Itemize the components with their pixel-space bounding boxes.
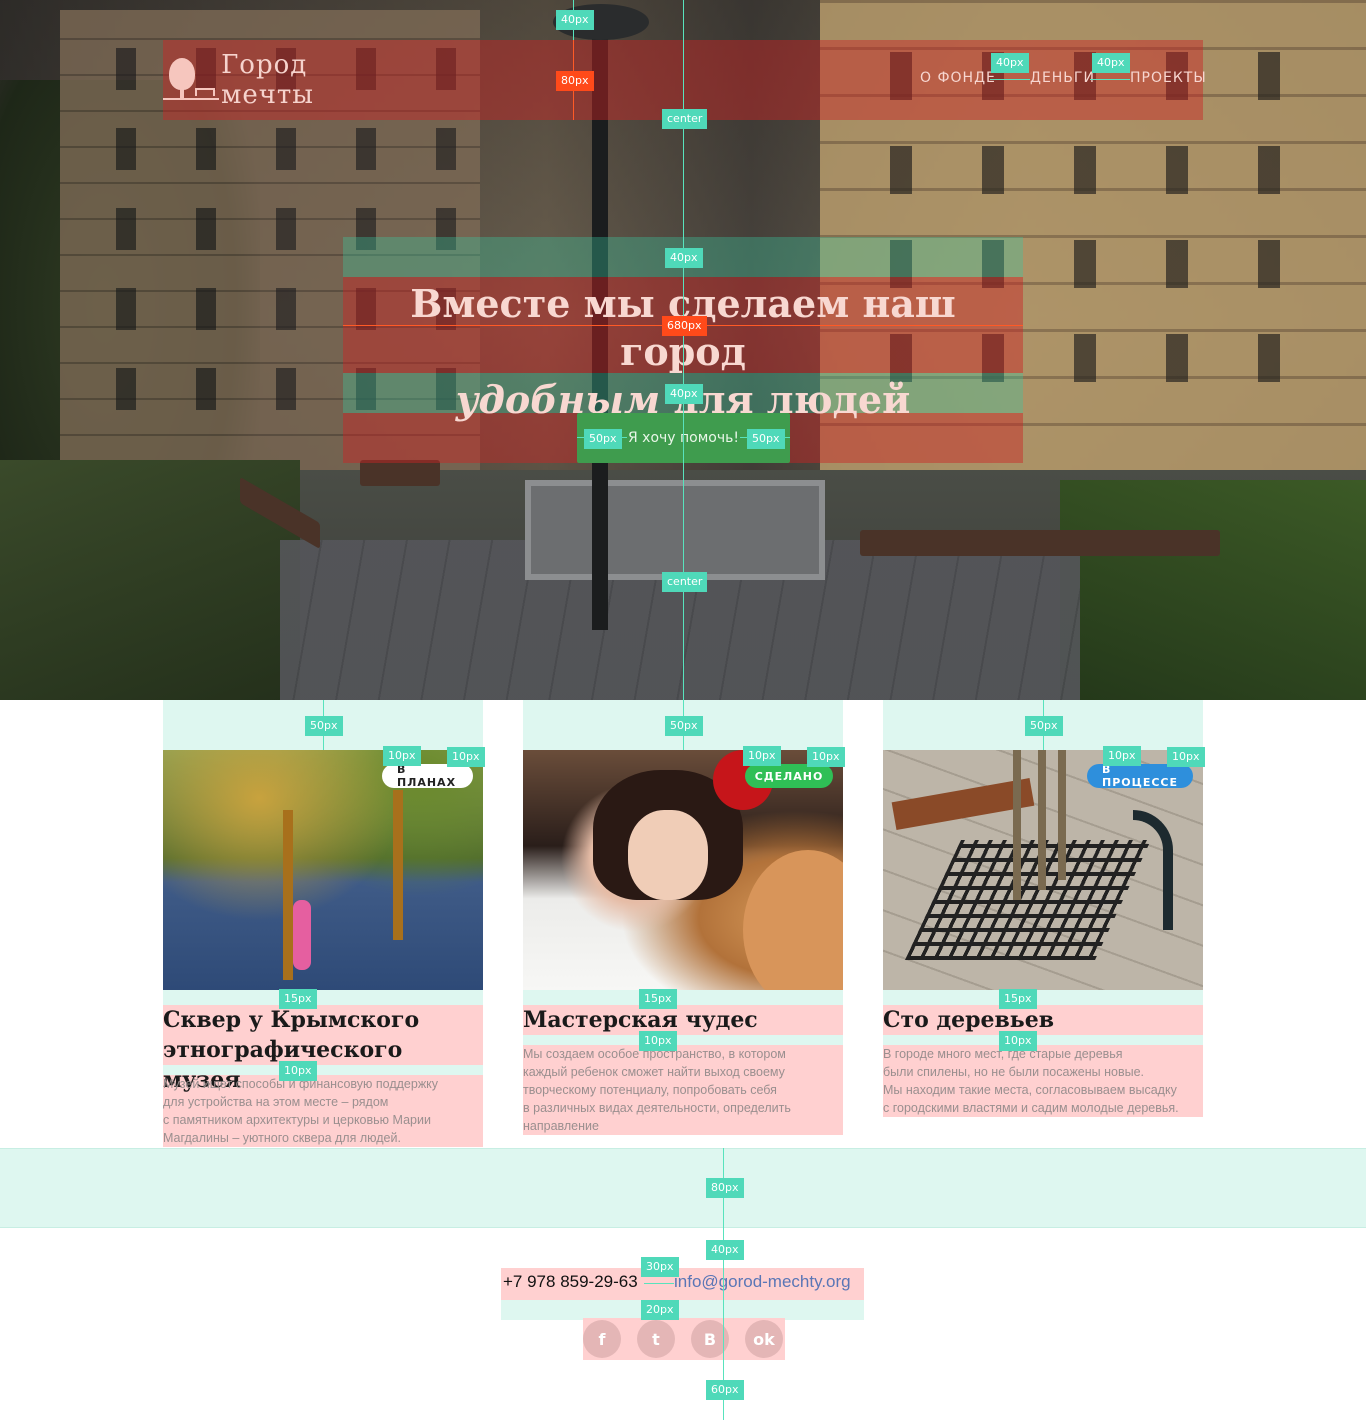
site-logo[interactable]: Город мечты [163, 50, 403, 110]
spacing-tag: 50px [747, 429, 785, 449]
nav-item-about[interactable]: О фонде [920, 70, 996, 86]
spacing-tag: 10px [279, 1061, 317, 1081]
center-tag: center [662, 572, 708, 592]
spacing-tag: 20px [641, 1300, 679, 1320]
center-tag: center [662, 109, 708, 129]
nav-item-projects[interactable]: Проекты [1130, 70, 1207, 86]
spacing-tag: 40px [1092, 53, 1130, 73]
twitter-icon[interactable]: t [637, 1320, 675, 1358]
spacing-tag: 40px [706, 1240, 744, 1260]
spacing-tag: 50px [584, 429, 622, 449]
contact-email[interactable]: info@gorod-mechty.org [674, 1272, 851, 1292]
status-badge-done: Сделано [745, 764, 833, 788]
spacing-tag: 40px [556, 10, 594, 30]
spacing-tag: 10px [1103, 746, 1141, 766]
spacing-tag: 60px [706, 1380, 744, 1400]
main-nav: Проекты [1130, 70, 1207, 86]
spacing-tag: 80px [706, 1178, 744, 1198]
main-nav: О фонде [920, 70, 996, 86]
spacing-tag: 15px [999, 989, 1037, 1009]
spacing-tag: 10px [447, 747, 485, 767]
spacing-tag: 40px [665, 248, 703, 268]
spacing-tag: 10px [1167, 747, 1205, 767]
status-badge-in-progress: В процессе [1087, 763, 1193, 789]
guide-line [644, 1283, 674, 1284]
tree-bench-icon [163, 58, 219, 102]
status-badge-planned: В планах [382, 763, 473, 789]
project-description: Музей ищет способы и финансовую поддержк… [163, 1077, 439, 1145]
project-description: В городе много мест, где старые деревья … [883, 1047, 1179, 1115]
nav-item-money[interactable]: Деньги [1030, 70, 1095, 86]
odnoklassniki-icon[interactable]: ok [745, 1320, 783, 1358]
spacing-tag: 50px [305, 716, 343, 736]
spacing-tag: 30px [641, 1257, 679, 1277]
spacing-overlay [883, 990, 1203, 1005]
spacing-overlay [501, 1300, 864, 1320]
hero-grass-right [1060, 480, 1366, 700]
spacing-tag: 10px [807, 747, 845, 767]
spacing-tag: 10px [639, 1031, 677, 1051]
spacing-overlay [883, 1035, 1203, 1045]
section-gap-overlay [0, 1148, 1366, 1228]
project-title[interactable]: Мастерская чудес [523, 1005, 843, 1035]
contact-phone[interactable]: +7 978 859-29-63 [503, 1272, 638, 1292]
guide-line [990, 79, 1030, 80]
logo-text: Город мечты [221, 50, 314, 110]
width-tag: 680px [662, 316, 707, 336]
spacing-tag: 10px [999, 1031, 1037, 1051]
spacing-tag: 10px [383, 746, 421, 766]
center-guide-line [683, 0, 684, 700]
hero-bench [860, 530, 1220, 556]
spacing-tag: 15px [279, 989, 317, 1009]
spacing-tag: 50px [665, 716, 703, 736]
spacing-overlay [523, 990, 843, 1005]
project-description: Мы создаем особое пространство, в которо… [523, 1047, 791, 1133]
spacing-tag: 80px [556, 71, 594, 91]
project-title[interactable]: Сто деревьев [883, 1005, 1203, 1035]
guide-line [1090, 79, 1130, 80]
spacing-tag: 40px [665, 384, 703, 404]
spacing-overlay [523, 1035, 843, 1045]
spacing-tag: 50px [1025, 716, 1063, 736]
spacing-tag: 15px [639, 989, 677, 1009]
hero-fountain [525, 480, 825, 580]
spacing-overlay [163, 990, 483, 1005]
spacing-tag: 40px [991, 53, 1029, 73]
facebook-icon[interactable]: f [583, 1320, 621, 1358]
main-nav: Деньги [1030, 70, 1095, 86]
hero-bench [360, 460, 440, 486]
spacing-tag: 10px [743, 746, 781, 766]
